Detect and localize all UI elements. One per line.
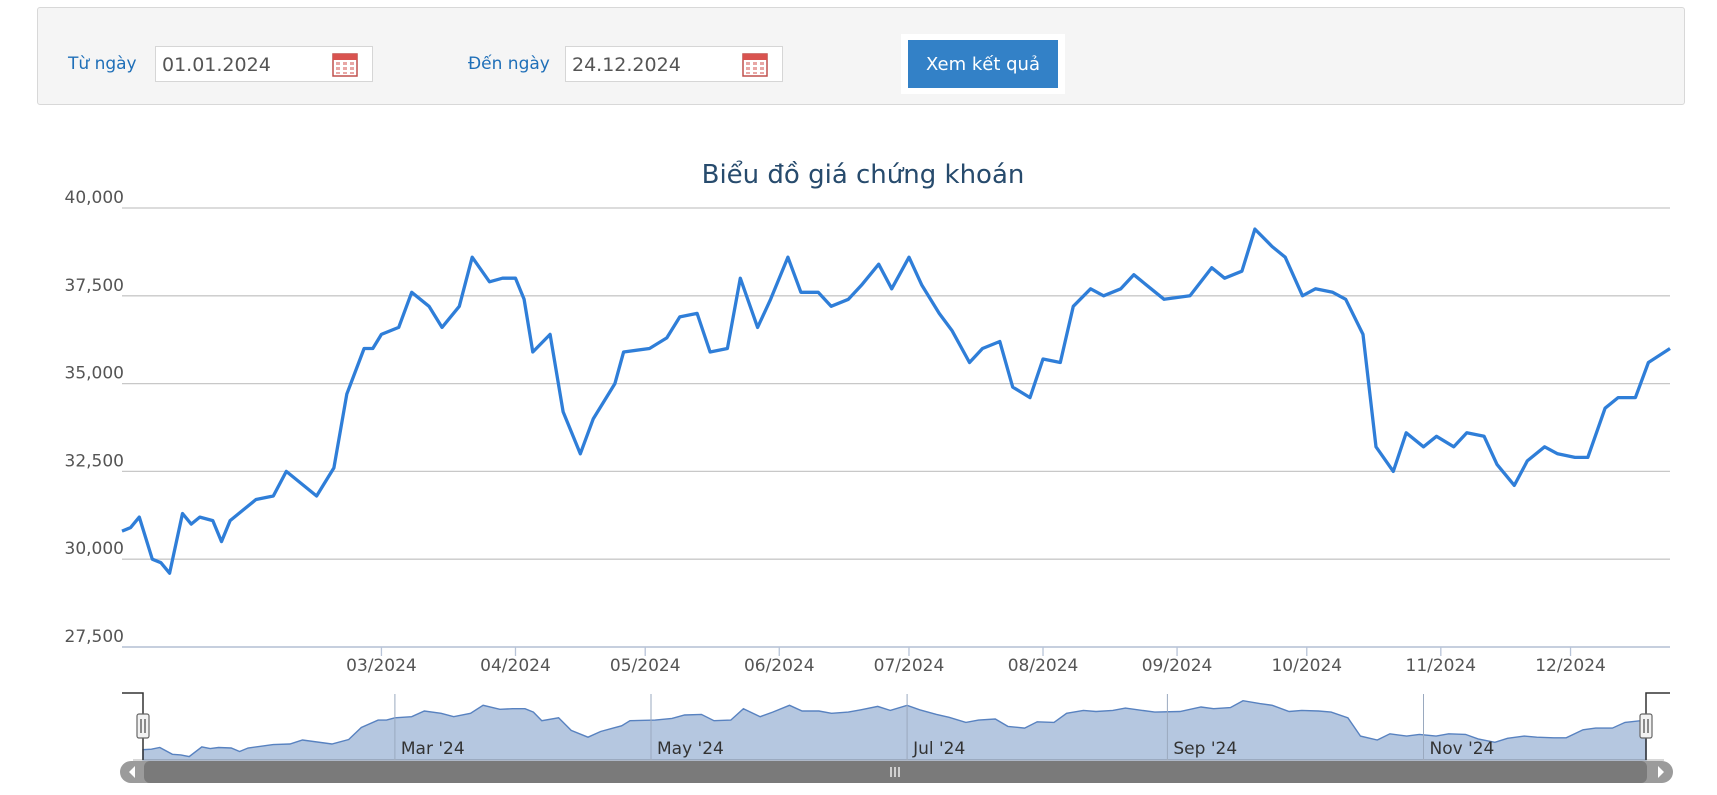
navigator-label: Mar '24 <box>401 739 465 759</box>
x-tick-label: 09/2024 <box>1142 656 1213 676</box>
x-tick-label: 04/2024 <box>480 656 551 676</box>
navigator-handle-right[interactable] <box>1639 713 1653 739</box>
navigator-area <box>142 699 1647 761</box>
navigator-label: Sep '24 <box>1173 739 1237 759</box>
price-line <box>121 227 1671 575</box>
navigator-label: Jul '24 <box>912 739 965 759</box>
x-tick-label: 10/2024 <box>1271 656 1342 676</box>
x-tick-label: 06/2024 <box>744 656 815 676</box>
y-tick-label: 35,000 <box>65 364 124 384</box>
x-tick-label: 03/2024 <box>346 656 417 676</box>
x-tick-label: 11/2024 <box>1406 656 1477 676</box>
y-tick-label: 32,500 <box>65 451 124 471</box>
x-tick-label: 12/2024 <box>1535 656 1606 676</box>
chart-title: Biểu đồ giá chứng khoán <box>702 159 1025 190</box>
x-tick-label: 07/2024 <box>874 656 945 676</box>
y-tick-label: 37,500 <box>65 276 124 296</box>
navigator-label: May '24 <box>657 739 724 759</box>
y-tick-label: 40,000 <box>65 188 124 208</box>
y-tick-label: 30,000 <box>65 539 124 559</box>
x-tick-label: 08/2024 <box>1008 656 1079 676</box>
x-tick-label: 05/2024 <box>610 656 681 676</box>
stock-price-chart: Biểu đồ giá chứng khoán 27,500 30,000 32,5… <box>65 159 1673 783</box>
range-navigator[interactable]: Mar '24 May '24 Jul '24 Sep '24 Nov '24 <box>120 692 1673 783</box>
navigator-handle-left[interactable] <box>136 713 150 739</box>
navigator-label: Nov '24 <box>1429 739 1494 759</box>
y-tick-label: 27,500 <box>65 627 124 647</box>
